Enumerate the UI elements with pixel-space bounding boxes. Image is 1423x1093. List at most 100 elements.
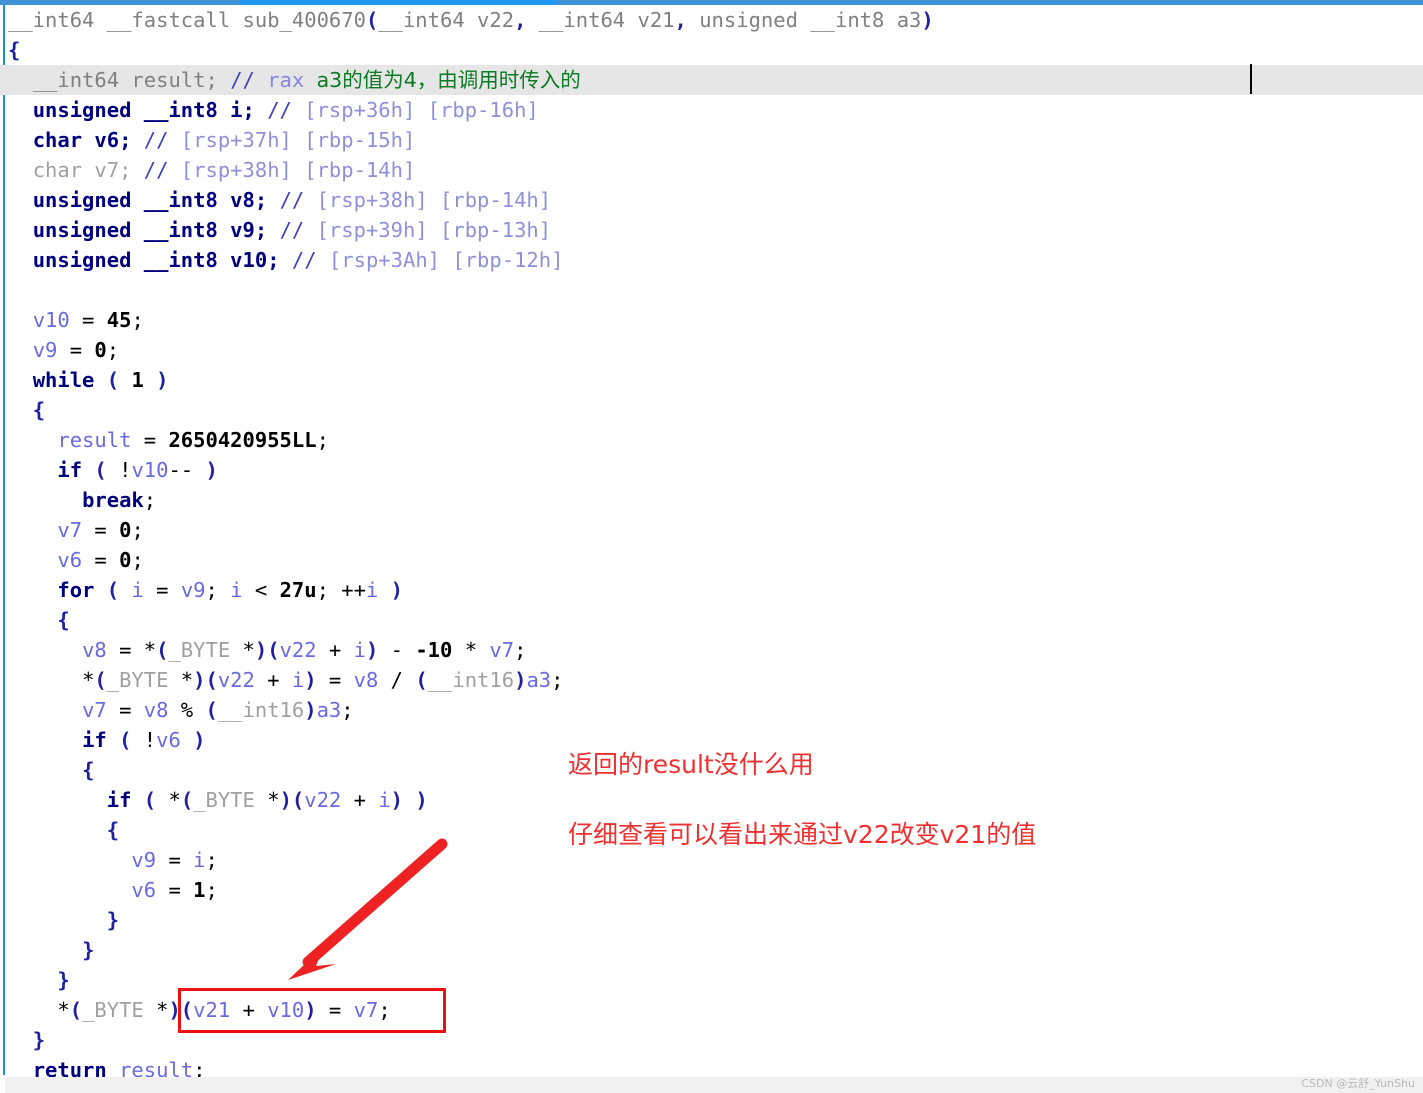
code-token: (: [205, 698, 218, 722]
code-line[interactable]: }: [0, 1025, 1423, 1055]
code-token: (: [131, 788, 169, 812]
code-line[interactable]: v7 = 0;: [0, 515, 1423, 545]
code-token: +: [254, 668, 292, 692]
code-token: a3: [316, 698, 342, 722]
code-line[interactable]: while ( 1 ): [0, 365, 1423, 395]
code-line[interactable]: v6 = 1;: [0, 875, 1423, 905]
code-token: v7: [82, 698, 107, 722]
code-line[interactable]: for ( i = v9; i < 27u; ++i ): [0, 575, 1423, 605]
code-token: result;: [119, 68, 218, 92]
code-token: *: [168, 668, 194, 692]
watermark-label: CSDN @云舒_YunShu: [1301, 1077, 1415, 1090]
code-token: ): [304, 698, 317, 722]
code-token: __int8: [143, 218, 218, 242]
code-token: for: [57, 578, 95, 602]
code-token: __int64: [538, 8, 626, 32]
code-token: )(: [168, 998, 194, 1022]
code-token: -: [378, 638, 416, 662]
code-line[interactable]: }: [0, 965, 1423, 995]
code-token: (: [106, 728, 144, 752]
code-token: ): [193, 458, 218, 482]
code-token: (: [94, 368, 132, 392]
ida-pseudocode-window: __int64 __fastcall sub_400670(__int64 v2…: [0, 0, 1423, 1093]
code-token: v9;: [217, 218, 268, 242]
code-token: i: [378, 788, 391, 812]
code-token: {: [106, 818, 120, 842]
code-line[interactable]: v8 = *(_BYTE *)(v22 + i) - -10 * v7;: [0, 635, 1423, 665]
code-line[interactable]: unsigned __int8 v9; // [rsp+39h] [rbp-13…: [0, 215, 1423, 245]
annotation-text-1: 返回的result没什么用: [568, 750, 814, 779]
code-line[interactable]: {: [0, 35, 1423, 65]
code-token: (: [82, 458, 120, 482]
code-token: unsigned: [32, 98, 132, 122]
code-token: unsigned: [699, 8, 798, 32]
code-token: __int8: [810, 8, 885, 32]
code-line[interactable]: if ( !v10-- ): [0, 455, 1423, 485]
code-line[interactable]: *(_BYTE *)(v21 + v10) = v7;: [0, 995, 1423, 1025]
code-line[interactable]: unsigned __int8 i; // [rsp+36h] [rbp-16h…: [0, 95, 1423, 125]
code-line[interactable]: unsigned __int8 v8; // [rsp+38h] [rbp-14…: [0, 185, 1423, 215]
code-token: v8: [143, 698, 169, 722]
code-token: ;: [378, 998, 391, 1022]
code-token: !: [143, 728, 157, 752]
code-line[interactable]: v7 = v8 % (__int16)a3;: [0, 695, 1423, 725]
code-token: //: [230, 68, 255, 92]
code-token: _BYTE: [106, 668, 169, 692]
code-token: ;: [341, 698, 354, 722]
code-line[interactable]: }: [0, 905, 1423, 935]
code-token: 0: [119, 548, 132, 572]
code-line[interactable]: *(_BYTE *)(v22 + i) = v8 / (__int16)a3;: [0, 665, 1423, 695]
pseudocode-text-area[interactable]: __int64 __fastcall sub_400670(__int64 v2…: [0, 5, 1423, 1082]
code-token: v9: [180, 578, 206, 602]
code-line[interactable]: __int64 result; // rax a3的值为4，由调用时传入的: [0, 65, 1423, 95]
code-token: ;: [106, 338, 120, 362]
code-token: _BYTE: [168, 638, 231, 662]
code-token: __int64: [8, 8, 95, 32]
code-token: 1: [193, 878, 206, 902]
code-token: *: [168, 788, 181, 812]
code-line[interactable]: break;: [0, 485, 1423, 515]
code-token: v22: [217, 668, 255, 692]
code-line[interactable]: {: [0, 605, 1423, 635]
code-line[interactable]: v10 = 45;: [0, 305, 1423, 335]
code-token: __int16: [427, 668, 515, 692]
code-line[interactable]: {: [0, 395, 1423, 425]
code-line[interactable]: unsigned __int8 v10; // [rsp+3Ah] [rbp-1…: [0, 245, 1423, 275]
code-token: 27u: [279, 578, 317, 602]
code-token: 45: [106, 308, 132, 332]
code-token: v10: [267, 998, 305, 1022]
code-line[interactable]: char v6; // [rsp+37h] [rbp-15h]: [0, 125, 1423, 155]
code-token: }: [106, 908, 120, 932]
code-token: +: [230, 998, 268, 1022]
code-line[interactable]: }: [0, 935, 1423, 965]
code-line[interactable]: char v7; // [rsp+38h] [rbp-14h]: [0, 155, 1423, 185]
code-line[interactable]: __int64 __fastcall sub_400670(__int64 v2…: [0, 5, 1423, 35]
code-token: ): [180, 728, 206, 752]
code-line[interactable]: if ( *(_BYTE *)(v22 + i) ): [0, 785, 1423, 815]
code-token: =: [316, 998, 354, 1022]
code-token: //: [143, 128, 169, 152]
code-token: i: [365, 578, 379, 602]
code-token: 0: [94, 338, 107, 362]
code-token: if: [82, 728, 107, 752]
code-line[interactable]: v6 = 0;: [0, 545, 1423, 575]
code-line[interactable]: v9 = 0;: [0, 335, 1423, 365]
code-token: i: [353, 638, 366, 662]
code-line[interactable]: result = 2650420955LL;: [0, 425, 1423, 455]
code-line[interactable]: [0, 275, 1423, 305]
code-token: char: [32, 128, 83, 152]
